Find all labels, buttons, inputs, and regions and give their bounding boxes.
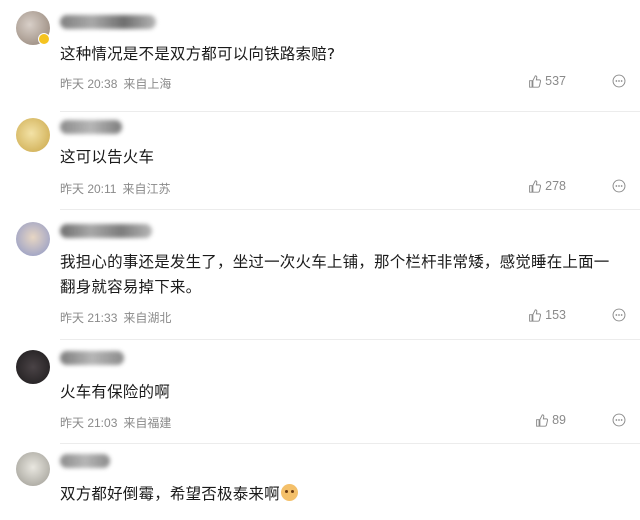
avatar[interactable]: [16, 452, 50, 486]
more-dots-icon: [612, 74, 626, 88]
verified-badge-icon: [38, 33, 50, 45]
username-blurred[interactable]: [60, 120, 122, 134]
avatar[interactable]: [16, 350, 50, 384]
comment-location: 来自湖北: [123, 311, 172, 325]
comment-location: 来自上海: [123, 77, 172, 91]
comment-item: 这种情况是不是双方都可以向铁路索赔? 昨天 20:38 来自上海 537: [0, 0, 640, 112]
comment-text: 火车有保险的啊: [60, 383, 170, 401]
comment-time: 昨天 21:03: [60, 416, 118, 430]
username-blurred[interactable]: [60, 351, 124, 365]
comment-location: 来自江苏: [122, 182, 171, 196]
username-blurred[interactable]: [60, 224, 152, 238]
comment-text: 双方都好倒霉，希望否极泰来啊: [60, 482, 624, 507]
thumbs-up-icon: [529, 179, 542, 193]
like-count: 153: [545, 308, 566, 322]
avatar[interactable]: [16, 118, 50, 152]
like-button[interactable]: 537: [528, 74, 566, 88]
avatar[interactable]: [16, 222, 50, 256]
more-dots-icon: [612, 413, 626, 427]
like-count: 89: [552, 413, 566, 427]
comment-meta: 昨天 21:03 来自福建: [60, 414, 177, 431]
more-button[interactable]: [612, 179, 626, 196]
comment-location: 来自福建: [123, 416, 172, 430]
more-button[interactable]: [612, 308, 626, 325]
thumbs-up-icon: [536, 413, 549, 427]
like-count: 278: [545, 179, 566, 193]
comment-meta: 昨天 20:38 来自上海: [60, 75, 177, 92]
thumbs-up-icon: [529, 74, 542, 88]
comment-item: 这可以告火车 昨天 20:11 来自江苏 278: [0, 112, 640, 210]
comment-time: 昨天 20:38: [60, 77, 118, 91]
more-button[interactable]: [612, 74, 626, 91]
comment-text: 我担心的事还是发生了，坐过一次火车上铺，那个栏杆非常矮，感觉睡在上面一翻身就容易…: [60, 253, 610, 296]
comment-list: 这种情况是不是双方都可以向铁路索赔? 昨天 20:38 来自上海 537 这可以告…: [0, 0, 640, 520]
comment-time: 昨天 21:33: [60, 311, 118, 325]
like-button[interactable]: 89: [535, 413, 566, 427]
comment-item: 火车有保险的啊 昨天 21:03 来自福建 89: [0, 340, 640, 444]
username-blurred[interactable]: [60, 454, 110, 468]
comment-text: 这可以告火车: [60, 148, 155, 166]
comment-item: 我担心的事还是发生了，坐过一次火车上铺，那个栏杆非常矮，感觉睡在上面一翻身就容易…: [0, 210, 640, 340]
comment-time: 昨天 20:11: [60, 182, 117, 196]
comment-meta: 昨天 20:11 来自江苏: [60, 180, 177, 197]
more-dots-icon: [612, 308, 626, 322]
comment-text: 这种情况是不是双方都可以向铁路索赔?: [60, 45, 336, 63]
dog-face-emoji: [280, 484, 298, 501]
thumbs-up-icon: [529, 308, 542, 322]
like-button[interactable]: 278: [528, 179, 566, 193]
more-button[interactable]: [612, 413, 626, 430]
comment-item: 双方都好倒霉，希望否极泰来啊: [0, 444, 640, 520]
comment-text-content: 双方都好倒霉，希望否极泰来啊: [60, 485, 280, 503]
more-dots-icon: [612, 179, 626, 193]
like-count: 537: [545, 74, 566, 88]
username-blurred[interactable]: [60, 15, 156, 29]
comment-meta: 昨天 21:33 来自湖北: [60, 309, 177, 326]
like-button[interactable]: 153: [528, 308, 566, 322]
